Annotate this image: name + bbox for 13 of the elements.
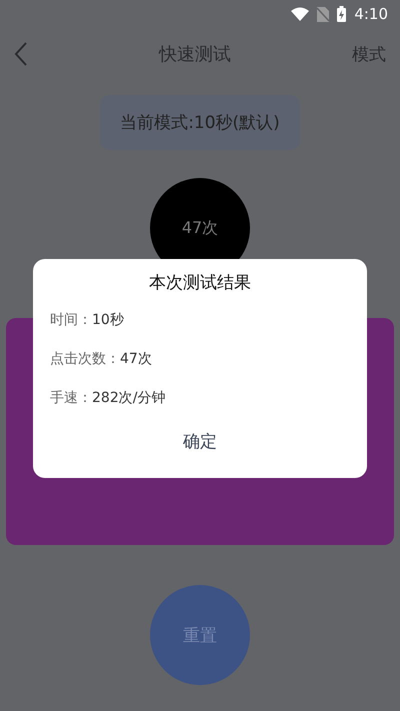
result-label: 手速： bbox=[50, 389, 92, 408]
wifi-icon bbox=[291, 7, 310, 21]
status-time: 4:10 bbox=[354, 5, 388, 23]
result-value: 10秒 bbox=[92, 311, 124, 330]
result-label: 点击次数： bbox=[50, 350, 120, 369]
current-mode-label: 当前模式:10秒(默认) bbox=[100, 95, 300, 150]
page-title: 快速测试 bbox=[159, 43, 231, 66]
result-label: 时间： bbox=[50, 311, 92, 330]
confirm-button[interactable]: 确定 bbox=[171, 424, 229, 459]
result-value: 47次 bbox=[120, 350, 152, 369]
battery-charging-icon bbox=[337, 6, 346, 22]
no-sim-icon bbox=[317, 6, 330, 22]
result-value: 282次/分钟 bbox=[92, 389, 166, 408]
